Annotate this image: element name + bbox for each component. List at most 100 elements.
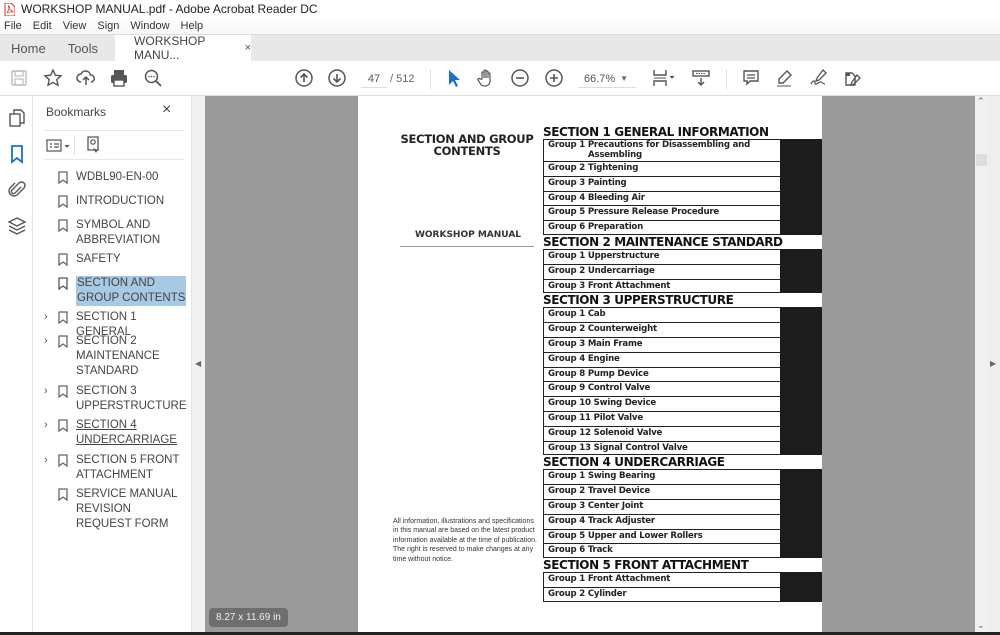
- group-title: Group 2 Travel Device: [548, 486, 650, 497]
- section-index-tab: [780, 351, 822, 368]
- group-row: Group 4 Track Adjuster: [543, 513, 822, 530]
- section-index-tab: [780, 263, 822, 280]
- hand-tool-icon[interactable]: [475, 67, 497, 89]
- expand-chevron-icon[interactable]: ›: [44, 418, 48, 433]
- group-row: Group 8 Pump Device: [543, 366, 822, 383]
- group-row: Group 2 Counterweight: [543, 322, 822, 338]
- tab-home[interactable]: Home: [0, 35, 57, 61]
- highlight-icon[interactable]: [773, 67, 795, 89]
- tab-close-icon[interactable]: ×: [245, 42, 251, 54]
- menu-view[interactable]: View: [63, 20, 87, 32]
- expand-chevron-icon[interactable]: ›: [44, 334, 48, 349]
- scroll-mode-icon[interactable]: [690, 67, 712, 89]
- group-title: Group 3 Front Attachment: [548, 280, 671, 291]
- expand-chevron-icon[interactable]: ›: [44, 384, 48, 399]
- group-title: Group 1 Swing Bearing: [548, 471, 656, 482]
- bookmark-flag-icon: [58, 454, 68, 467]
- layers-icon[interactable]: [7, 216, 27, 236]
- group-title: Group 10 Swing Device: [548, 398, 656, 409]
- bookmark-options-icon[interactable]: [46, 137, 72, 155]
- bookmark-flag-icon: [58, 253, 68, 266]
- bookmarks-title: Bookmarks: [46, 105, 107, 119]
- section-index-tab: [780, 528, 822, 545]
- group-title: Group 6 Track: [548, 545, 613, 556]
- group-title: Group 4 Track Adjuster: [548, 515, 655, 526]
- bookmark-label: INTRODUCTION: [76, 195, 165, 207]
- group-row: Group 12 Solenoid Valve: [543, 425, 822, 442]
- bookmarks-panel: Bookmarks × WDBL90-EN-00 INTRODUCTION SY…: [34, 96, 191, 635]
- new-bookmark-icon[interactable]: [84, 135, 104, 155]
- bookmarks-toolbar-divider: [74, 137, 75, 155]
- expand-right-panel-icon[interactable]: ▶: [990, 359, 996, 368]
- upload-cloud-icon[interactable]: [75, 67, 97, 89]
- toolbar-divider: [726, 69, 727, 89]
- navigation-rail: [0, 96, 33, 635]
- tab-tools[interactable]: Tools: [57, 35, 109, 61]
- bookmark-flag-icon: [58, 171, 68, 184]
- scrollbar-thumb[interactable]: [976, 154, 987, 166]
- section-index-tab: [780, 205, 822, 222]
- group-title: Group 1 Cab: [548, 309, 606, 320]
- select-cursor-icon[interactable]: [442, 67, 464, 89]
- section-index-tab: [780, 139, 822, 162]
- menu-sign[interactable]: Sign: [97, 20, 119, 32]
- section-index-tab: [780, 586, 822, 602]
- right-panel-rail: ▶: [988, 96, 1000, 635]
- section-heading: SECTION 2 MAINTENANCE STANDARD: [543, 234, 783, 249]
- search-zoom-icon[interactable]: [142, 67, 164, 89]
- save-icon[interactable]: [8, 67, 30, 89]
- section-heading: SECTION 1 GENERAL INFORMATION: [543, 125, 769, 139]
- group-list: Group 1 Precautions for Disassembling an…: [543, 139, 822, 235]
- page-thumbnails-icon[interactable]: [7, 108, 27, 128]
- bookmarks-icon[interactable]: [7, 144, 27, 164]
- section-index-tab: [780, 440, 822, 456]
- menu-file[interactable]: File: [4, 20, 22, 32]
- collapse-panel-icon[interactable]: ◀: [195, 359, 201, 368]
- print-icon[interactable]: [108, 67, 130, 89]
- menu-help[interactable]: Help: [181, 20, 204, 32]
- panel-splitter[interactable]: ◀: [191, 96, 205, 635]
- attachments-icon[interactable]: [7, 180, 27, 200]
- page-fit-icon[interactable]: [648, 67, 678, 89]
- comment-icon[interactable]: [740, 67, 762, 89]
- group-row: Group 3 Front Attachment: [543, 278, 822, 294]
- group-row: Group 2 Undercarriage: [543, 263, 822, 280]
- group-title: Group 1 Upperstructure: [548, 250, 660, 261]
- expand-chevron-icon[interactable]: ›: [44, 453, 48, 468]
- group-row: Group 11 Pilot Valve: [543, 410, 822, 427]
- tab-document[interactable]: WORKSHOP MANU... ×: [115, 34, 252, 62]
- sign-icon[interactable]: [807, 67, 829, 89]
- group-row: Group 1 Precautions for Disassembling an…: [543, 139, 822, 162]
- zoom-in-icon[interactable]: [543, 67, 565, 89]
- prev-page-icon[interactable]: [293, 67, 315, 89]
- subtitle-rule: [400, 246, 534, 247]
- scroll-down-icon[interactable]: ⌄: [977, 620, 985, 631]
- bookmark-flag-icon: [58, 219, 68, 232]
- menu-window[interactable]: Window: [130, 20, 169, 32]
- tab-bar: Home Tools WORKSHOP MANU... ×: [0, 34, 1000, 62]
- group-row: Group 6 Preparation: [543, 220, 822, 235]
- group-title: Group 9 Control Valve: [548, 383, 651, 394]
- zoom-level-dropdown[interactable]: 66.7% ▼: [578, 70, 636, 88]
- edit-pdf-icon[interactable]: [841, 67, 863, 89]
- vertical-scrollbar[interactable]: ⌃ ⌄: [975, 96, 988, 635]
- page-number-input[interactable]: 47: [361, 70, 387, 88]
- section-index-tab: [780, 248, 822, 265]
- bookmarks-close-icon[interactable]: ×: [162, 101, 171, 119]
- pdf-page: SECTION AND GROUP CONTENTS WORKSHOP MANU…: [358, 96, 822, 635]
- scroll-up-icon[interactable]: ⌃: [977, 96, 985, 107]
- section-index-tab: [780, 410, 822, 427]
- bookmark-star-icon[interactable]: [42, 67, 64, 89]
- zoom-out-icon[interactable]: [509, 67, 531, 89]
- group-title: Group 1 Precautions for Disassembling an…: [548, 140, 751, 160]
- next-page-icon[interactable]: [326, 67, 348, 89]
- section-heading: SECTION 4 UNDERCARRIAGE: [543, 455, 725, 470]
- expand-chevron-icon[interactable]: ›: [44, 310, 48, 325]
- zoom-level-value: 66.7%: [584, 73, 616, 85]
- bookmarks-toolbar: [44, 130, 184, 160]
- section-index-tab: [780, 220, 822, 235]
- group-title: Group 3 Main Frame: [548, 338, 643, 349]
- group-title: Group 2 Cylinder: [548, 588, 627, 599]
- group-title: Group 5 Pressure Release Procedure: [548, 207, 720, 218]
- menu-edit[interactable]: Edit: [33, 20, 52, 32]
